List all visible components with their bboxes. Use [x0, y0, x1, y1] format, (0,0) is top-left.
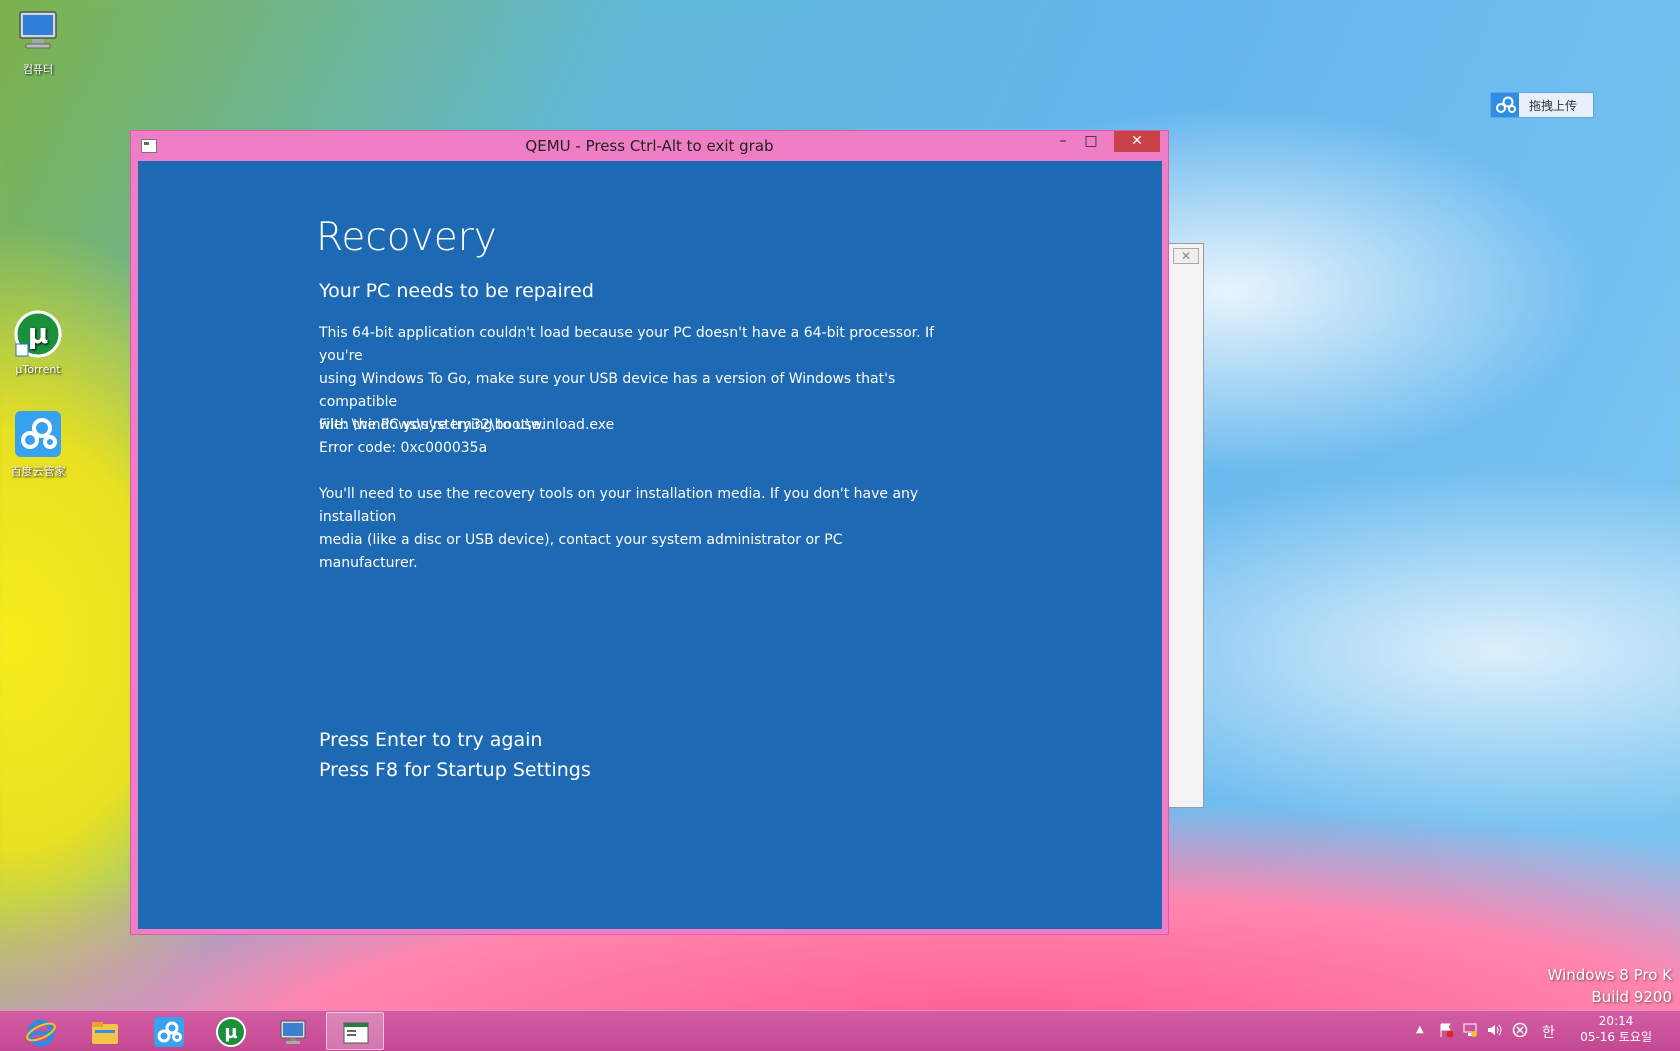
- action-center-flag-icon[interactable]: [1438, 1022, 1454, 1042]
- recovery-error-details: File: \windows\system32\boot\winload.exe…: [319, 414, 939, 460]
- desktop-icon-utorrent[interactable]: µ μTorrent: [0, 310, 76, 376]
- clock-date: 05-16 토요일: [1580, 1030, 1652, 1044]
- background-window[interactable]: ✕: [1168, 243, 1204, 808]
- recovery-instructions: You'll need to use the recovery tools on…: [319, 483, 939, 575]
- taskbar-qemu[interactable]: [326, 1012, 384, 1050]
- ime-indicator[interactable]: 한: [1542, 1022, 1555, 1042]
- desktop-icon-label: μTorrent: [15, 363, 61, 376]
- qemu-window[interactable]: QEMU - Press Ctrl-Alt to exit grab – □ ✕…: [130, 130, 1169, 935]
- svg-text:µ: µ: [224, 1022, 237, 1043]
- show-hidden-icons-button[interactable]: ▲: [1416, 1024, 1424, 1035]
- option-try-again[interactable]: Press Enter to try again: [319, 729, 542, 751]
- message-line: using Windows To Go, make sure your USB …: [319, 371, 896, 410]
- desktop-icon-label: 컴퓨터: [22, 63, 54, 76]
- message-line: media (like a disc or USB device), conta…: [319, 532, 843, 571]
- cloud-upload-label: 拖拽上传: [1529, 99, 1578, 113]
- maximize-button[interactable]: □: [1076, 131, 1106, 152]
- taskbar-baidu-cloud[interactable]: [140, 1012, 198, 1050]
- clock-time: 20:14: [1598, 1014, 1634, 1028]
- monitor-icon: [280, 1020, 306, 1044]
- volume-icon[interactable]: [1486, 1022, 1502, 1042]
- message-line: You'll need to use the recovery tools on…: [319, 486, 919, 525]
- folder-icon: [92, 1022, 118, 1044]
- window-title: QEMU - Press Ctrl-Alt to exit grab: [525, 137, 774, 155]
- recovery-subtitle: Your PC needs to be repaired: [319, 280, 594, 302]
- error-file: File: \windows\system32\boot\winload.exe: [319, 417, 615, 433]
- os-watermark-edition: Windows 8 Pro K: [1547, 966, 1672, 984]
- recovery-title: Recovery: [316, 215, 497, 260]
- computer-icon: [19, 11, 57, 49]
- desktop-icon-computer[interactable]: 컴퓨터: [0, 8, 76, 77]
- taskbar: µ: [0, 1010, 1680, 1051]
- internet-explorer-icon: [26, 1019, 56, 1047]
- message-line: This 64-bit application couldn't load be…: [319, 325, 935, 364]
- error-code: Error code: 0xc000035a: [319, 440, 488, 456]
- os-watermark-build: Build 9200: [1591, 988, 1672, 1006]
- taskbar-file-explorer[interactable]: [76, 1012, 134, 1050]
- baidu-cloud-icon: [154, 1017, 184, 1047]
- cloud-upload-button[interactable]: 拖拽上传: [1490, 92, 1594, 118]
- close-button[interactable]: ✕: [1114, 131, 1160, 152]
- desktop-icon-label: 百度云管家: [10, 465, 66, 478]
- svg-text:µ: µ: [28, 317, 49, 350]
- taskbar-clock[interactable]: 20:14 05-16 토요일: [1580, 1013, 1652, 1045]
- utorrent-icon: µ: [216, 1017, 246, 1047]
- utorrent-icon: µ: [14, 310, 62, 358]
- taskbar-remote-desktop[interactable]: [264, 1012, 322, 1050]
- recovery-screen[interactable]: Recovery Your PC needs to be repaired Th…: [138, 161, 1162, 929]
- desktop-icon-baidu-cloud[interactable]: 百度云管家: [0, 410, 76, 479]
- background-window-close-button[interactable]: ✕: [1173, 248, 1199, 264]
- error-status-icon[interactable]: [1512, 1022, 1528, 1042]
- baidu-cloud-icon: [15, 411, 61, 457]
- network-icon[interactable]: [1462, 1022, 1478, 1042]
- option-startup-settings[interactable]: Press F8 for Startup Settings: [319, 759, 591, 781]
- taskbar-internet-explorer[interactable]: [12, 1012, 70, 1050]
- baidu-cloud-icon: [1491, 93, 1519, 117]
- minimize-button[interactable]: –: [1048, 131, 1078, 152]
- qemu-window-icon: [343, 1022, 369, 1044]
- qemu-titlebar[interactable]: QEMU - Press Ctrl-Alt to exit grab – □ ✕: [131, 131, 1168, 160]
- taskbar-utorrent[interactable]: µ: [202, 1012, 260, 1050]
